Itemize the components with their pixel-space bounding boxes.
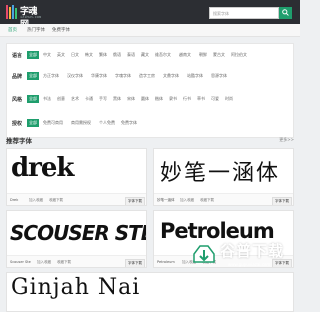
filter-tag[interactable]: 朝鲜 (199, 52, 207, 58)
filter-tag[interactable]: 日文 (71, 52, 79, 58)
filter-label: 风格 (12, 97, 23, 103)
watermark: 谷普下载 www.gupuxiazai.com (190, 236, 300, 276)
watermark-text: 谷普下载 (220, 242, 285, 260)
search-button[interactable] (279, 7, 292, 19)
font-card[interactable]: 妙笔一涵体 妙笔一涵体 加入收藏 收藏下载 字体下载 (153, 148, 294, 206)
filter-tag[interactable]: 创意 (57, 96, 65, 102)
filter-label: 语言 (12, 53, 23, 59)
filter-tag[interactable]: 书法 (43, 96, 51, 102)
filter-tag[interactable]: 手写 (99, 96, 107, 102)
filter-tag[interactable]: 汉仪字体 (67, 73, 83, 79)
logo-mark-icon (6, 5, 17, 19)
font-preview: SCOUSER STE (7, 211, 147, 255)
site-domain: izihun.com (20, 15, 42, 19)
filter-tag[interactable]: 方正字体 (43, 73, 59, 79)
main-nav: 首页 热门字体 免费字体 (0, 24, 300, 37)
filter-tag[interactable]: 全部 (27, 95, 39, 103)
card-footer: Drek 加入收藏 收藏下载 字体下载 (7, 193, 146, 205)
filter-tag[interactable]: 维吾尔文 (155, 52, 171, 58)
font-preview: Ginjah Nai (7, 273, 293, 311)
filter-tag[interactable]: 泰语 (127, 52, 135, 58)
filter-tag[interactable]: 藏文 (141, 52, 149, 58)
filter-tag[interactable]: 隶书 (169, 96, 177, 102)
filter-tag[interactable]: 免费字体 (121, 120, 137, 126)
filter-tag[interactable]: 全部 (27, 51, 39, 59)
filter-tag[interactable]: 阿拉伯文 (231, 52, 247, 58)
favorite-download-button[interactable]: 收藏下载 (57, 260, 71, 265)
filter-tag[interactable]: 可爱 (211, 96, 219, 102)
download-button[interactable]: 字体下载 (272, 197, 292, 205)
filter-tag[interactable]: 华康字体 (91, 73, 107, 79)
font-name: Drek (10, 198, 19, 202)
filter-tag[interactable]: 越南文 (179, 52, 191, 58)
filter-tag[interactable]: 时尚 (225, 96, 233, 102)
font-preview: 妙笔一涵体 (154, 149, 293, 193)
filter-tag[interactable]: 思源字体 (211, 73, 227, 79)
site-logo[interactable]: 字魂网 izihun.com (6, 3, 44, 30)
top-header: 字魂网 izihun.com 搜索字体 (0, 0, 300, 30)
filter-tag[interactable]: 卡通 (85, 96, 93, 102)
filter-tag[interactable]: 宋体 (127, 96, 135, 102)
filter-tag[interactable]: 行书 (183, 96, 191, 102)
favorite-download-button[interactable]: 收藏下载 (200, 198, 214, 203)
filter-label: 品牌 (12, 74, 23, 80)
filter-tag[interactable]: 造字工房 (139, 73, 155, 79)
preview-text: 妙笔一涵体 (160, 161, 281, 186)
nav-item-free-fonts[interactable]: 免费字体 (52, 27, 70, 33)
add-favorite-button[interactable]: 加入收藏 (29, 198, 43, 203)
section-header: 推荐字体 更多>> (6, 134, 294, 148)
download-badge-icon (193, 245, 215, 263)
preview-text: drek (11, 153, 74, 183)
filter-tag[interactable]: 草书 (197, 96, 205, 102)
filter-tag[interactable]: 免费可商用 (43, 120, 63, 126)
more-link[interactable]: 更多>> (279, 137, 294, 143)
favorite-download-button[interactable]: 收藏下载 (49, 198, 63, 203)
filter-tag[interactable]: 商用需授权 (71, 120, 91, 126)
nav-item-hot-fonts[interactable]: 热门字体 (27, 27, 45, 33)
search-icon (282, 9, 289, 16)
filter-tag[interactable]: 文鼎字体 (163, 73, 179, 79)
filter-tag[interactable]: 圆体 (141, 96, 149, 102)
add-favorite-button[interactable]: 加入收藏 (180, 198, 194, 203)
filter-panel: 语言 全部 中文 英文 日文 韩文 繁体 俄语 泰语 藏文 维吾尔文 越南文 朝… (6, 43, 294, 138)
preview-text: SCOUSER STE (10, 221, 147, 245)
filter-tag[interactable]: 繁体 (99, 52, 107, 58)
filter-tag[interactable]: 英文 (57, 52, 65, 58)
card-footer: Scouser Ste 加入收藏 收藏下载 字体下载 (7, 255, 146, 267)
preview-text: Ginjah Nai (11, 275, 141, 300)
font-card[interactable]: Ginjah Nai (6, 272, 294, 312)
filter-tag[interactable]: 个人免费 (99, 120, 115, 126)
filter-tag[interactable]: 全部 (27, 119, 39, 127)
filter-tag[interactable]: 黑体 (113, 96, 121, 102)
filter-tag[interactable]: 韩文 (85, 52, 93, 58)
filter-tag[interactable]: 字魂字体 (115, 73, 131, 79)
font-card[interactable]: SCOUSER STE Scouser Ste 加入收藏 收藏下载 字体下载 (6, 210, 147, 268)
watermark-url: www.gupuxiazai.com (228, 262, 271, 267)
font-preview: drek (7, 149, 146, 193)
download-button[interactable]: 字体下载 (125, 259, 145, 267)
section-title: 推荐字体 (6, 137, 32, 145)
font-card[interactable]: drek Drek 加入收藏 收藏下载 字体下载 (6, 148, 147, 206)
filter-label: 授权 (12, 121, 23, 127)
card-footer: 妙笔一涵体 加入收藏 收藏下载 字体下载 (154, 193, 293, 205)
filter-tag[interactable]: 艺术 (71, 96, 79, 102)
font-name: Scouser Ste (10, 260, 31, 264)
filter-tag[interactable]: 站酷字体 (187, 73, 203, 79)
nav-item-home[interactable]: 首页 (8, 27, 17, 33)
filter-tag[interactable]: 蒙古文 (213, 52, 225, 58)
filter-tag[interactable]: 楷体 (155, 96, 163, 102)
download-button[interactable]: 字体下载 (125, 197, 145, 205)
add-favorite-button[interactable]: 加入收藏 (37, 260, 51, 265)
font-name: Petroleum (157, 260, 175, 264)
search-input[interactable]: 搜索字体 (209, 7, 279, 19)
font-name: 妙笔一涵体 (157, 198, 175, 202)
filter-tag[interactable]: 俄语 (113, 52, 121, 58)
filter-tag[interactable]: 中文 (43, 52, 51, 58)
filter-tag[interactable]: 全部 (27, 72, 39, 80)
